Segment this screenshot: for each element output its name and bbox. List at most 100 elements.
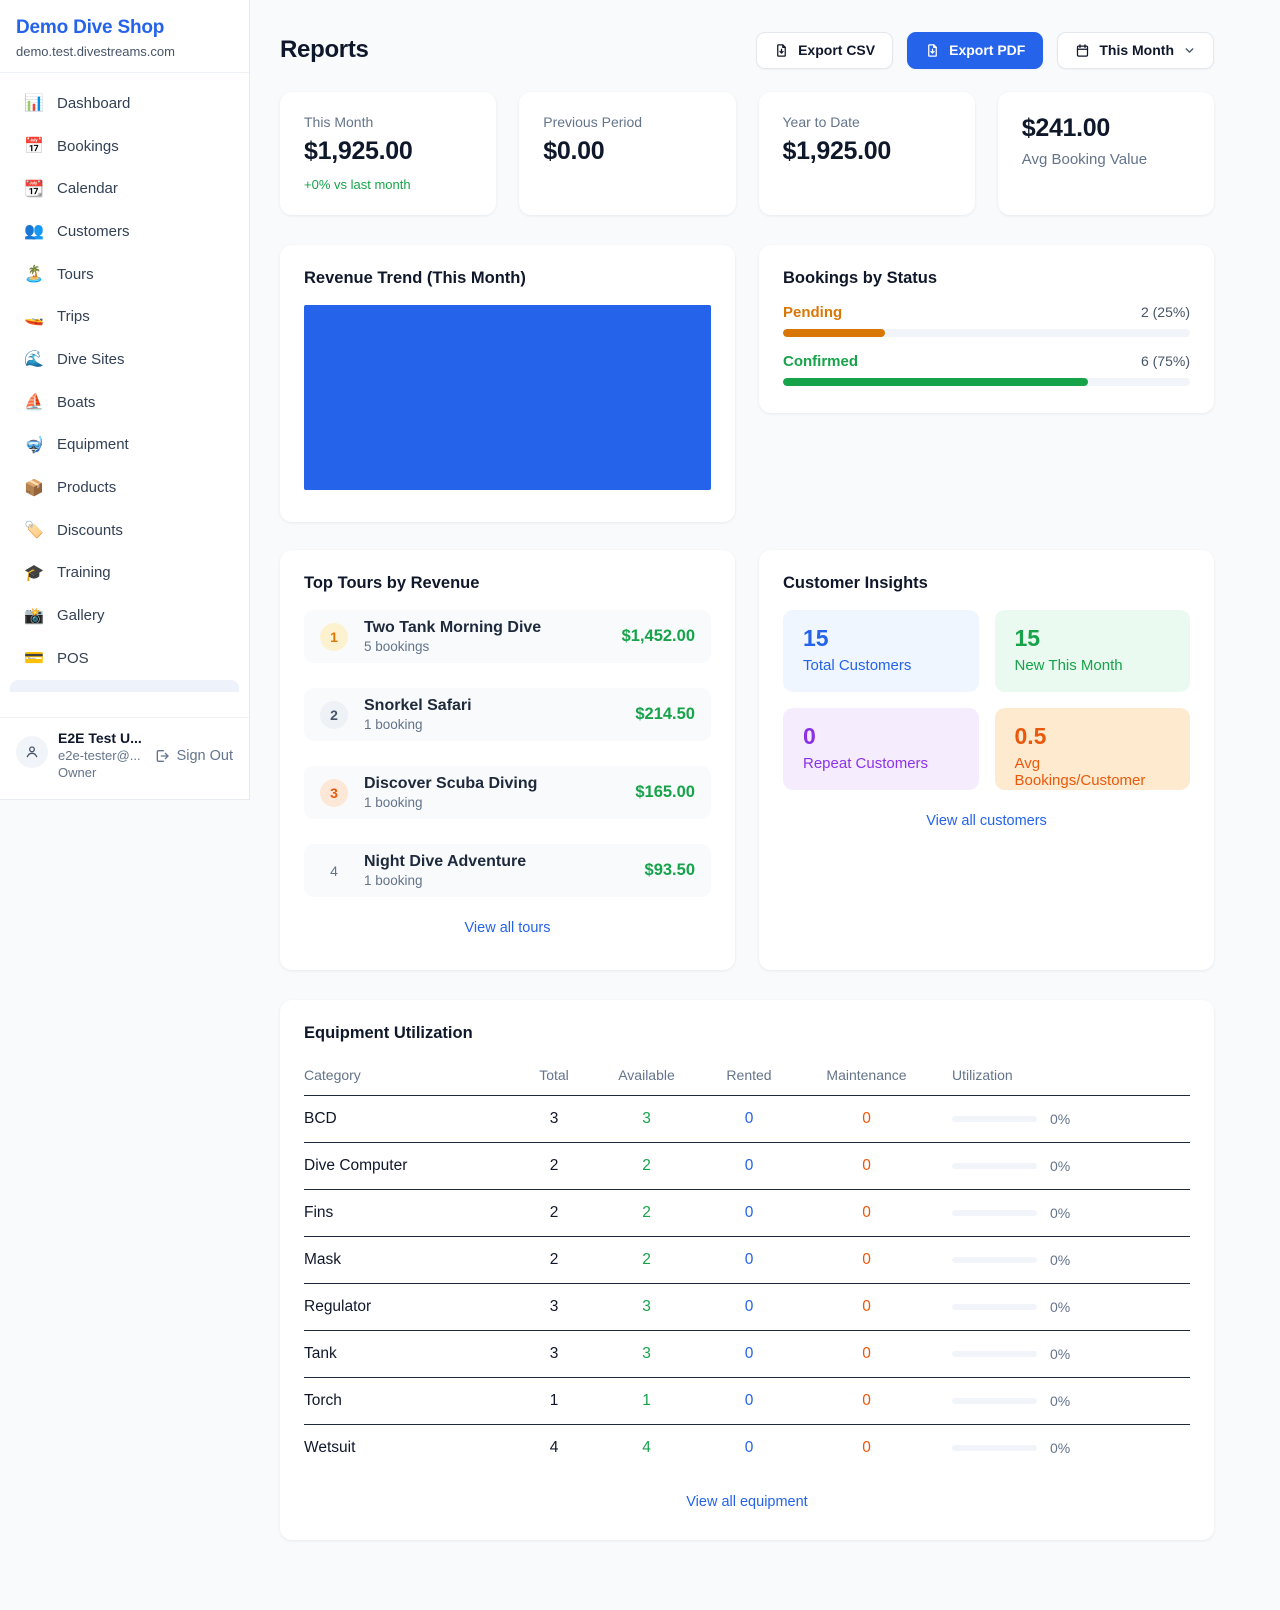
progress-fill (783, 329, 885, 337)
user-name: E2E Test U... (58, 730, 144, 746)
sidebar-item-label: Dashboard (57, 95, 130, 112)
table-row: Dive Computer 2 2 0 0 0% (304, 1143, 1190, 1190)
bookings-by-status-title: Bookings by Status (783, 269, 1190, 288)
equipment-utilization-card: Equipment Utilization Category Total Ava… (280, 1000, 1214, 1540)
sidebar-item-label: Boats (57, 394, 95, 411)
equipment-maintenance: 0 (799, 1345, 934, 1363)
revenue-trend-card: Revenue Trend (This Month) (280, 245, 735, 522)
rank-badge: 2 (320, 701, 348, 729)
column-header: Available (594, 1067, 699, 1083)
user-avatar (16, 736, 48, 768)
sidebar-item-calendar[interactable]: 📆 Calendar (10, 167, 239, 210)
status-count: 6 (75%) (1141, 353, 1190, 369)
equipment-total: 3 (514, 1110, 594, 1128)
tour-revenue: $165.00 (635, 783, 695, 802)
sidebar-item-active-partial[interactable] (10, 680, 239, 692)
equipment-total: 3 (514, 1298, 594, 1316)
sidebar-item-customers[interactable]: 👥 Customers (10, 210, 239, 253)
stat-card-previous-period: Previous Period $0.00 (519, 92, 735, 215)
wave-icon: 🌊 (24, 349, 44, 369)
equipment-category: Fins (304, 1204, 514, 1222)
equipment-rented: 0 (699, 1345, 799, 1363)
status-count: 2 (25%) (1141, 304, 1190, 320)
sidebar-item-dashboard[interactable]: 📊 Dashboard (10, 82, 239, 125)
speedboat-icon: 🚤 (24, 307, 44, 327)
stat-label: This Month (304, 114, 472, 130)
progress-track (783, 378, 1190, 386)
equipment-rented: 0 (699, 1157, 799, 1175)
user-email: e2e-tester@... (58, 748, 144, 763)
sidebar-item-label: Training (57, 564, 111, 581)
sidebar-item-label: Tours (57, 266, 94, 283)
equipment-rented: 0 (699, 1110, 799, 1128)
sidebar-header: Demo Dive Shop demo.test.divestreams.com (0, 0, 249, 73)
sidebar-item-dive-sites[interactable]: 🌊 Dive Sites (10, 338, 239, 381)
sidebar-item-tours[interactable]: 🏝️ Tours (10, 253, 239, 296)
sidebar-item-label: Trips (57, 308, 90, 325)
view-all-tours-link[interactable]: View all tours (304, 920, 711, 936)
stat-label: Avg Booking Value (1022, 151, 1190, 168)
progress-fill (783, 378, 1088, 386)
graduation-cap-icon: 🎓 (24, 563, 44, 583)
equipment-total: 1 (514, 1392, 594, 1410)
equipment-available: 2 (594, 1204, 699, 1222)
sign-out-button[interactable]: Sign Out (154, 748, 233, 764)
utilization-track (952, 1304, 1037, 1310)
sidebar-item-boats[interactable]: ⛵ Boats (10, 381, 239, 424)
sidebar: Demo Dive Shop demo.test.divestreams.com… (0, 0, 250, 800)
utilization-percent: 0% (1050, 1205, 1070, 1221)
sidebar-item-bookings[interactable]: 📅 Bookings (10, 125, 239, 168)
revenue-trend-bar (304, 305, 711, 490)
equipment-available: 2 (594, 1251, 699, 1269)
sidebar-item-pos[interactable]: 💳 POS (10, 637, 239, 680)
table-row: Fins 2 2 0 0 0% (304, 1190, 1190, 1237)
period-dropdown[interactable]: This Month (1057, 32, 1214, 69)
tag-icon: 🏷️ (24, 520, 44, 540)
view-all-equipment-link[interactable]: View all equipment (304, 1494, 1190, 1510)
export-csv-button[interactable]: Export CSV (756, 32, 893, 69)
customer-insights-card: Customer Insights 15 Total Customers 15 … (759, 550, 1214, 970)
tour-list-item: 3 Discover Scuba Diving 1 booking $165.0… (304, 766, 711, 819)
tour-list-item: 4 Night Dive Adventure 1 booking $93.50 (304, 844, 711, 897)
utilization-track (952, 1257, 1037, 1263)
status-label: Confirmed (783, 353, 858, 370)
main-content: Reports Export CSV Export PDF This Month (250, 0, 1280, 1540)
column-header: Total (514, 1067, 594, 1083)
insight-tile-new-this-month: 15 New This Month (995, 610, 1191, 692)
equipment-rented: 0 (699, 1392, 799, 1410)
sidebar-item-label: POS (57, 650, 89, 667)
equipment-available: 2 (594, 1157, 699, 1175)
sidebar-item-discounts[interactable]: 🏷️ Discounts (10, 509, 239, 552)
equipment-total: 2 (514, 1204, 594, 1222)
sidebar-item-training[interactable]: 🎓 Training (10, 552, 239, 595)
utilization-percent: 0% (1050, 1299, 1070, 1315)
stat-label: Year to Date (783, 114, 951, 130)
sidebar-item-gallery[interactable]: 📸 Gallery (10, 594, 239, 637)
tour-bookings: 1 booking (364, 873, 629, 888)
export-pdf-button[interactable]: Export PDF (907, 32, 1043, 69)
rank-badge: 4 (320, 857, 348, 885)
table-row: Regulator 3 3 0 0 0% (304, 1284, 1190, 1331)
stat-value: $1,925.00 (304, 137, 472, 166)
utilization-track (952, 1445, 1037, 1451)
equipment-available: 3 (594, 1298, 699, 1316)
insight-tile-avg-bookings: 0.5 Avg Bookings/Customer (995, 708, 1191, 790)
equipment-category: Wetsuit (304, 1439, 514, 1457)
equipment-maintenance: 0 (799, 1251, 934, 1269)
sidebar-item-trips[interactable]: 🚤 Trips (10, 295, 239, 338)
sidebar-item-products[interactable]: 📦 Products (10, 466, 239, 509)
status-row-pending: Pending 2 (25%) (783, 304, 1190, 337)
equipment-maintenance: 0 (799, 1204, 934, 1222)
insight-label: Avg Bookings/Customer (1015, 755, 1171, 789)
utilization-percent: 0% (1050, 1346, 1070, 1362)
diving-mask-icon: 🤿 (24, 435, 44, 455)
utilization-percent: 0% (1050, 1111, 1070, 1127)
tour-revenue: $214.50 (635, 705, 695, 724)
equipment-rented: 0 (699, 1204, 799, 1222)
stat-card-year-to-date: Year to Date $1,925.00 (759, 92, 975, 215)
equipment-category: Regulator (304, 1298, 514, 1316)
sidebar-item-equipment[interactable]: 🤿 Equipment (10, 424, 239, 467)
stat-card-this-month: This Month $1,925.00 +0% vs last month (280, 92, 496, 215)
tour-revenue: $93.50 (645, 861, 695, 880)
view-all-customers-link[interactable]: View all customers (783, 813, 1190, 829)
